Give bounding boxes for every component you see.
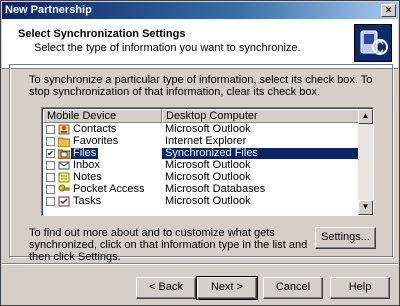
notes-icon <box>58 172 70 183</box>
instructions-text: To synchronize a particular type of info… <box>29 74 373 98</box>
sync-checkbox[interactable] <box>46 161 55 170</box>
inbox-icon <box>58 161 70 170</box>
device-label: Pocket Access <box>73 183 145 195</box>
sync-checkbox[interactable]: ✔ <box>46 149 55 158</box>
scroll-up-button[interactable]: ▲ <box>358 109 373 124</box>
column-desktop-computer[interactable]: Desktop Computer <box>162 109 359 123</box>
help-button[interactable]: Help <box>330 277 390 299</box>
list-header: Mobile Device Desktop Computer <box>43 109 359 123</box>
desktop-label: Microsoft Outlook <box>165 195 251 207</box>
desktop-label: Microsoft Outlook <box>165 171 251 183</box>
contacts-icon <box>58 124 70 135</box>
list-item[interactable]: Notes Microsoft Outlook <box>43 172 359 183</box>
device-label: Notes <box>73 171 102 183</box>
close-button[interactable]: × <box>381 4 396 17</box>
list-item[interactable]: Tasks Microsoft Outlook <box>43 196 359 207</box>
list-item[interactable]: Favorites Internet Explorer <box>43 136 359 147</box>
wizard-header: Select Synchronization Settings Select t… <box>2 19 398 69</box>
list-scrollbar[interactable]: ▲ ▼ <box>358 109 373 215</box>
title-bar: New Partnership × <box>2 2 398 19</box>
tasks-icon <box>58 196 70 207</box>
list-item[interactable]: Contacts Microsoft Outlook <box>43 124 359 135</box>
cancel-button[interactable]: Cancel <box>263 277 323 299</box>
sync-checkbox[interactable] <box>46 173 55 182</box>
files-icon <box>58 149 70 159</box>
favorites-folder-icon <box>58 137 70 147</box>
sync-checkbox[interactable] <box>46 185 55 194</box>
scroll-down-button[interactable]: ▼ <box>358 200 373 215</box>
page-subtitle: Select the type of information you want … <box>34 42 301 54</box>
list-item[interactable]: ✔ Files Synchronized Files <box>43 148 359 159</box>
button-separator <box>2 263 398 265</box>
settings-button[interactable]: Settings... <box>315 227 376 249</box>
desktop-label: Microsoft Outlook <box>165 159 251 171</box>
device-label: Favorites <box>73 135 119 147</box>
sync-checkbox[interactable] <box>46 125 55 134</box>
device-label: Files <box>71 147 99 159</box>
list-item[interactable]: Pocket Access Microsoft Databases <box>43 184 359 195</box>
list-item[interactable]: Inbox Microsoft Outlook <box>43 160 359 171</box>
sync-type-list[interactable]: Mobile Device Desktop Computer Contacts … <box>41 107 374 216</box>
customize-info-text: To find out more about and to customize … <box>29 227 308 263</box>
next-button[interactable]: Next > <box>196 276 258 300</box>
desktop-label: Microsoft Outlook <box>165 123 251 135</box>
sync-checkbox[interactable] <box>46 137 55 146</box>
back-button[interactable]: < Back <box>136 277 196 299</box>
device-label: Tasks <box>73 195 102 207</box>
page-title: Select Synchronization Settings <box>18 28 186 40</box>
key-icon <box>58 184 70 192</box>
desktop-label: Microsoft Databases <box>165 183 266 195</box>
sync-checkbox[interactable] <box>46 197 55 206</box>
new-partnership-dialog: New Partnership × Select Synchronization… <box>0 0 400 306</box>
desktop-label: Synchronized Files <box>162 148 359 159</box>
desktop-label: Internet Explorer <box>165 135 247 147</box>
sync-partnership-icon <box>354 24 392 62</box>
column-mobile-device[interactable]: Mobile Device <box>43 109 162 123</box>
window-title: New Partnership <box>5 4 92 16</box>
device-label: Contacts <box>73 123 117 135</box>
device-label: Inbox <box>73 159 100 171</box>
